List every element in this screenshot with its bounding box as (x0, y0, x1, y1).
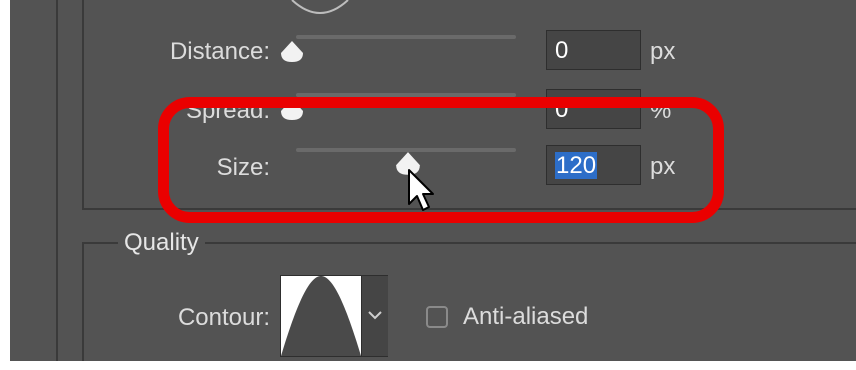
distance-input[interactable]: 0 (546, 30, 641, 70)
contour-curve-icon[interactable] (281, 276, 361, 356)
contour-dropdown[interactable] (361, 276, 388, 356)
distance-unit: px (650, 38, 676, 65)
quality-section-left-border (82, 242, 84, 361)
highlight-annotation (158, 97, 724, 223)
contour-label: Contour: (177, 304, 270, 331)
anti-aliased-label[interactable]: Anti-aliased (463, 303, 588, 331)
section-left-border (82, 0, 84, 210)
window-frame-left (0, 0, 10, 370)
window-frame-bottom (0, 361, 856, 370)
contour-picker[interactable] (280, 275, 388, 357)
quality-section-title: Quality (118, 229, 205, 257)
distance-slider-thumb-icon[interactable] (279, 40, 305, 64)
chevron-down-icon (368, 311, 382, 320)
distance-label: Distance: (169, 38, 270, 65)
panel-left-border (56, 0, 58, 361)
anti-aliased-checkbox[interactable] (426, 306, 448, 328)
distance-slider-track[interactable] (296, 35, 516, 39)
angle-dial[interactable] (280, 0, 360, 20)
distance-value: 0 (555, 37, 569, 64)
